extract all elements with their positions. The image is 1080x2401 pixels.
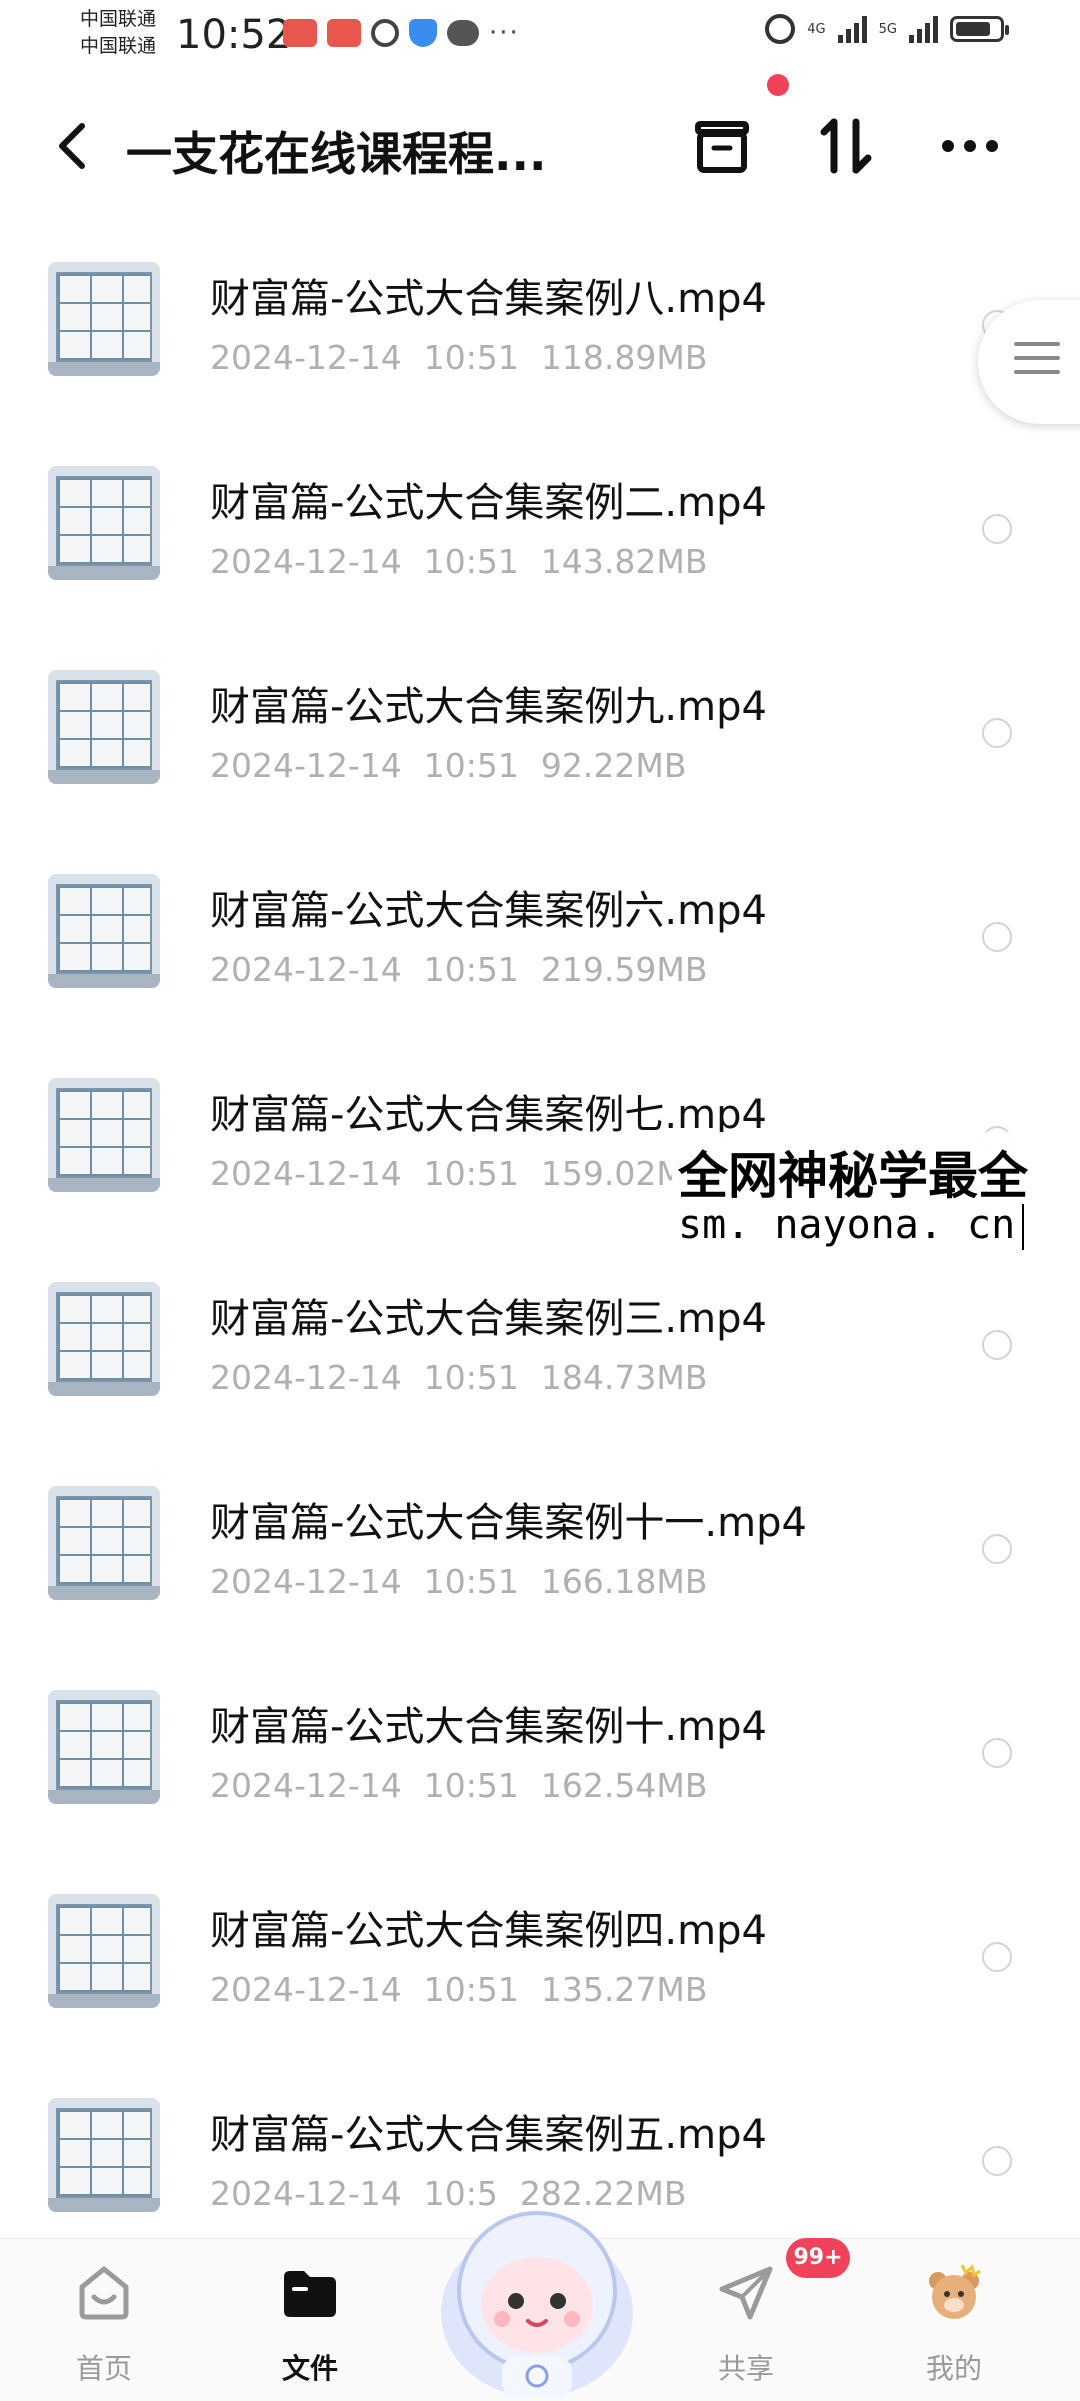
notification-badge: 99+ (786, 2238, 850, 2278)
file-name: 财富篇-公式大合集案例八.mp4 (210, 276, 767, 322)
signal-icon (909, 15, 938, 43)
alarm-icon (765, 14, 796, 44)
status-bar: 中国联通 中国联通 10:52 ··· 4G 5G (0, 0, 1080, 72)
file-meta: 2024-12-14 10:51 118.89MB (210, 338, 708, 377)
video-thumbnail (48, 1894, 160, 2008)
more-notifications-icon: ··· (489, 18, 520, 48)
new-indicator-dot (767, 74, 789, 96)
more-icon[interactable] (934, 110, 1006, 182)
assistant-mascot-icon[interactable] (432, 2173, 642, 2401)
file-name: 财富篇-公式大合集案例五.mp4 (210, 2112, 767, 2158)
file-meta: 2024-12-14 10:51 162.54MB (210, 1766, 708, 1805)
select-radio[interactable] (982, 1534, 1012, 1564)
bottom-navigation: 首页 文件 共享 我的 (0, 2211, 1080, 2401)
carrier-label: 中国联通 中国联通 (80, 6, 156, 60)
nav-mine[interactable]: 我的 (874, 2239, 1034, 2401)
file-meta: 2024-12-14 10:51 92.22MB (210, 746, 687, 785)
sort-icon[interactable] (810, 110, 882, 182)
file-meta: 2024-12-14 10:51 159.02M (210, 1154, 685, 1193)
file-name: 财富篇-公式大合集案例二.mp4 (210, 480, 767, 526)
file-meta: 2024-12-14 10:51 143.82MB (210, 542, 708, 581)
timer-icon (371, 19, 399, 47)
page-title: 一支花在线课程程... (126, 127, 547, 181)
file-meta: 2024-12-14 10:51 135.27MB (210, 1970, 708, 2009)
folder-icon (284, 2271, 336, 2317)
archive-box-icon[interactable] (686, 110, 758, 182)
select-radio[interactable] (982, 922, 1012, 952)
file-name: 财富篇-公式大合集案例六.mp4 (210, 888, 767, 934)
file-name: 财富篇-公式大合集案例十.mp4 (210, 1704, 767, 1750)
video-thumbnail (48, 262, 160, 376)
select-radio[interactable] (982, 1942, 1012, 1972)
video-thumbnail (48, 466, 160, 580)
file-row[interactable]: 财富篇-公式大合集案例十.mp4 2024-12-14 10:51 162.54MB (0, 1658, 1080, 1862)
select-radio[interactable] (982, 2146, 1012, 2176)
video-thumbnail (48, 670, 160, 784)
select-radio[interactable] (982, 514, 1012, 544)
menu-icon (1014, 342, 1060, 384)
file-name: 财富篇-公式大合集案例四.mp4 (210, 1908, 767, 1954)
nav-mine-label: 我的 (925, 2352, 982, 2385)
battery-icon (950, 16, 1009, 42)
file-row[interactable]: 财富篇-公式大合集案例三.mp4 2024-12-14 10:51 184.73MB (0, 1250, 1080, 1454)
nav-home-label: 首页 (75, 2352, 132, 2385)
file-meta: 2024-12-14 10:51 166.18MB (210, 1562, 708, 1601)
app-notification-icon (327, 19, 361, 47)
nav-home[interactable]: 首页 (24, 2239, 184, 2401)
network-type-1: 4G (807, 21, 826, 37)
select-radio[interactable] (982, 1738, 1012, 1768)
video-thumbnail (48, 1690, 160, 1804)
text-caret (1022, 1204, 1024, 1250)
select-radio[interactable] (982, 718, 1012, 748)
file-row[interactable]: 财富篇-公式大合集案例六.mp4 2024-12-14 10:51 219.59MB (0, 842, 1080, 1046)
bear-avatar-icon (929, 2264, 981, 2319)
top-app-bar: 一支花在线课程程... (0, 74, 1080, 210)
video-thumbnail (48, 874, 160, 988)
file-name: 财富篇-公式大合集案例十一.mp4 (210, 1500, 807, 1546)
carrier-2: 中国联通 (80, 35, 157, 57)
notification-icons: ··· (283, 18, 520, 48)
app-notification-icon (283, 19, 317, 47)
file-meta: 2024-12-14 10:51 219.59MB (210, 950, 708, 989)
wechat-icon (447, 20, 479, 46)
file-name: 财富篇-公式大合集案例三.mp4 (210, 1296, 767, 1342)
home-icon (79, 2266, 129, 2320)
video-thumbnail (48, 2098, 160, 2212)
file-meta: 2024-12-14 10:51 184.73MB (210, 1358, 708, 1397)
nav-files[interactable]: 文件 (230, 2239, 390, 2401)
watermark-overlay: 全网神秘学最全 sm. nayona. cn (672, 1132, 1080, 1256)
file-row[interactable]: 财富篇-公式大合集案例四.mp4 2024-12-14 10:51 135.27MB (0, 1862, 1080, 2066)
system-icons: 4G 5G (765, 14, 1009, 44)
watermark-line-1: 全网神秘学最全 (678, 1147, 1028, 1205)
file-row[interactable]: 财富篇-公式大合集案例九.mp4 2024-12-14 10:51 92.22MB (0, 638, 1080, 842)
paper-plane-icon (719, 2266, 773, 2320)
clock: 10:52 (176, 12, 292, 58)
nav-share-label: 共享 (717, 2352, 774, 2385)
video-thumbnail (48, 1078, 160, 1192)
file-name: 财富篇-公式大合集案例九.mp4 (210, 684, 767, 730)
select-radio[interactable] (982, 1330, 1012, 1360)
watermark-line-2: sm. nayona. cn (678, 1202, 1016, 1248)
signal-icon (837, 15, 867, 43)
video-thumbnail (48, 1486, 160, 1600)
carrier-1: 中国联通 (80, 8, 157, 30)
chevron-left-icon[interactable] (52, 120, 92, 172)
file-row[interactable]: 财富篇-公式大合集案例二.mp4 2024-12-14 10:51 143.82MB (0, 434, 1080, 638)
file-row[interactable]: 财富篇-公式大合集案例十一.mp4 2024-12-14 10:51 166.18M… (0, 1454, 1080, 1658)
file-row[interactable]: 财富篇-公式大合集案例八.mp4 2024-12-14 10:51 118.89MB (0, 230, 1080, 434)
video-thumbnail (48, 1282, 160, 1396)
nav-files-label: 文件 (281, 2352, 338, 2385)
shield-icon (409, 19, 437, 47)
network-type-2: 5G (878, 21, 897, 37)
